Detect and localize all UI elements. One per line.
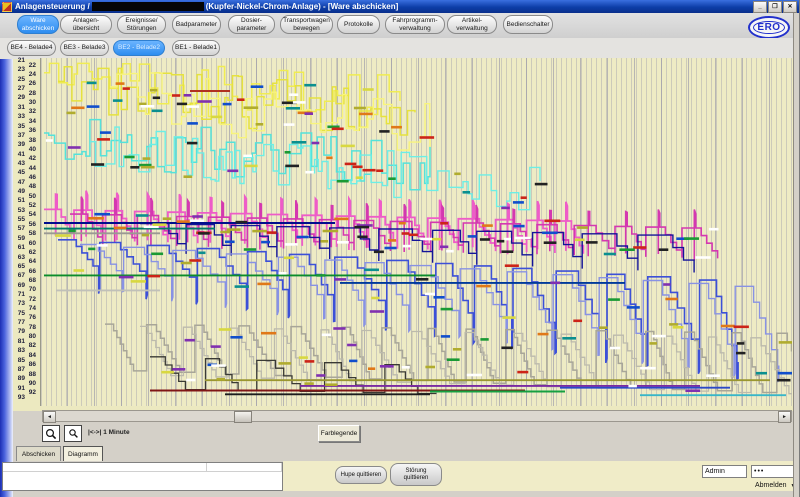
- bottom-tab-abschicken[interactable]: Abschicken: [16, 446, 61, 461]
- magnifier-large-icon: [45, 428, 57, 440]
- chart-series-wagen-cyan-1: [44, 120, 430, 190]
- chart-series-wagen-gelb-2: [58, 67, 415, 135]
- toolbar-button-label: Transportwagen: [283, 17, 330, 25]
- ero-logo: ERO: [748, 16, 790, 39]
- toolbar-button-label: Anlagen-: [73, 17, 99, 25]
- window-title-suffix: (Kupfer-Nickel-Chrom-Anlage) - [Ware abs…: [206, 2, 399, 11]
- title-redaction: [92, 2, 204, 11]
- toolbar-button-label: verwaltung: [399, 25, 430, 33]
- toolbar-button-anlagen-uebersicht[interactable]: Anlagen-übersicht: [60, 15, 112, 34]
- message-list-column-2: [207, 463, 282, 471]
- toolbar-button-badparameter[interactable]: Badparameter: [172, 15, 221, 34]
- title-bar: Anlagensteuerung / (Kupfer-Nickel-Chrom-…: [0, 0, 800, 13]
- station-tab-label: BE3 - Belade3: [64, 44, 106, 52]
- toolbar-button-label: Protokolle: [344, 21, 373, 29]
- hupe-quittieren-label: Hupe quittieren: [341, 472, 382, 479]
- station-tab-label: BE4 - Belade4: [11, 44, 53, 52]
- toolbar-button-label: Störungen: [127, 25, 157, 33]
- toolbar-button-label: Bedienschalter: [507, 21, 550, 29]
- window-controls: _ ❐ ✕: [753, 1, 797, 13]
- time-scrollbar[interactable]: ◄ ►: [42, 410, 792, 422]
- close-button[interactable]: ✕: [783, 1, 797, 13]
- window-title-prefix: Anlagensteuerung /: [15, 2, 90, 11]
- station-tab-label: BE1 - Belade1: [175, 44, 217, 52]
- toolbar-button-label: übersicht: [73, 25, 99, 33]
- left-edge-decoration: [0, 59, 13, 497]
- chart-series-wagen-blau-hell: [80, 245, 779, 383]
- message-list-header: [3, 463, 282, 472]
- toolbar-button-label: Artikel-: [462, 17, 482, 25]
- stoerung-label-line1: Störung: [405, 468, 426, 475]
- toolbar-button-label: abschicken: [22, 25, 55, 33]
- main-toolbar: WareabschickenAnlagen-übersichtEreigniss…: [0, 13, 800, 39]
- stoerung-quittieren-button[interactable]: Störung quittieren: [390, 463, 442, 486]
- zoom-in-button[interactable]: [42, 425, 60, 442]
- toolbar-button-label: Ereignisse/: [125, 17, 157, 25]
- farblegende-button[interactable]: Farblegende: [318, 425, 360, 442]
- toolbar-button-label: bewegen: [293, 25, 319, 33]
- toolbar-button-artikel-verwaltung[interactable]: Artikel-verwaltung: [447, 15, 497, 34]
- station-tab-label: BE2 - Belade2: [118, 44, 160, 52]
- toolbar-button-ware-abschicken[interactable]: Wareabschicken: [17, 15, 59, 34]
- time-scale-label: |<->| 1 Minute: [88, 429, 130, 436]
- toolbar-button-transportwagen-bewegen[interactable]: Transportwagenbewegen: [280, 15, 333, 34]
- toolbar-button-dosier-parameter[interactable]: Dosier-parameter: [228, 15, 275, 34]
- toolbar-button-label: Fahrprogramm-: [392, 17, 437, 25]
- magnifier-small-icon: [68, 428, 79, 439]
- scroll-right-button[interactable]: ►: [778, 411, 791, 423]
- maximize-button[interactable]: ❐: [768, 1, 782, 13]
- message-list-column-1: [3, 463, 207, 471]
- station-tab-be4[interactable]: BE4 - Belade4: [7, 40, 56, 56]
- zoom-out-button[interactable]: [64, 425, 82, 442]
- window-right-border: [793, 13, 800, 497]
- schedule-chart: [40, 58, 792, 406]
- bottom-tab-diagramm[interactable]: Diagramm: [63, 446, 103, 461]
- station-tab-be3[interactable]: BE3 - Belade3: [60, 40, 109, 56]
- scrollbar-thumb[interactable]: [234, 411, 252, 423]
- scroll-left-button[interactable]: ◄: [43, 411, 56, 423]
- app-icon: [2, 2, 12, 12]
- password-field[interactable]: [751, 465, 794, 478]
- stoerung-label-line2: quittieren: [404, 475, 429, 482]
- station-tab-be2[interactable]: BE2 - Belade2: [113, 40, 165, 56]
- user-field[interactable]: [702, 465, 747, 478]
- logout-label: Abmelden: [755, 482, 787, 489]
- app-window: Anlagensteuerung / (Kupfer-Nickel-Chrom-…: [0, 0, 800, 497]
- station-tab-be1[interactable]: BE1 - Belade1: [172, 40, 220, 56]
- toolbar-button-protokolle[interactable]: Protokolle: [337, 15, 380, 34]
- toolbar-button-fahrprogramm-verwaltung[interactable]: Fahrprogramm-verwaltung: [385, 15, 445, 34]
- toolbar-button-label: Badparameter: [176, 21, 217, 29]
- toolbar-button-label: Dosier-: [241, 17, 262, 25]
- hupe-quittieren-button[interactable]: Hupe quittieren: [335, 466, 387, 484]
- toolbar-button-ereignisse-stoerungen[interactable]: Ereignisse/Störungen: [117, 15, 166, 34]
- toolbar-button-label: parameter: [237, 25, 267, 33]
- toolbar-button-label: verwaltung: [456, 25, 487, 33]
- window-bottom-border: [13, 491, 800, 497]
- message-list[interactable]: [2, 462, 283, 491]
- toolbar-button-bedienschalter[interactable]: Bedienschalter: [503, 15, 553, 34]
- minimize-button[interactable]: _: [753, 1, 767, 13]
- toolbar-button-label: Ware: [30, 17, 45, 25]
- logout-dropdown[interactable]: Abmelden ▼: [755, 482, 795, 489]
- station-tabbar: BE4 - Belade4 BE3 - Belade3 BE2 - Belade2 B…: [0, 38, 800, 59]
